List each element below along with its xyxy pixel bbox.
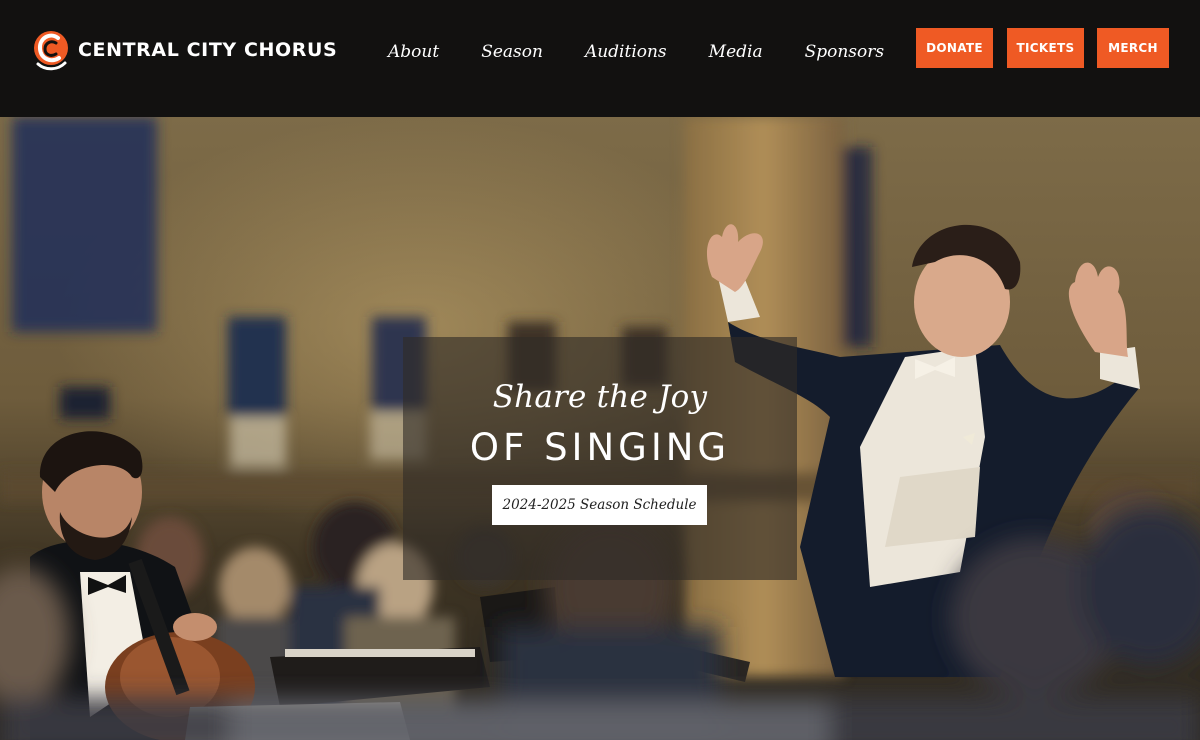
nav-item-auditions[interactable]: Auditions [585,40,667,64]
season-schedule-button[interactable]: 2024-2025 Season Schedule [492,485,707,525]
hero-tagline-bottom: OF SINGING [469,426,731,469]
site-header: CENTRAL CITY CHORUS About Season Auditio… [0,0,1200,117]
donate-button[interactable]: DONATE [916,28,993,68]
hero-tagline-top: Share the Joy [492,379,708,415]
site-logo[interactable]: CENTRAL CITY CHORUS [32,26,337,74]
nav-item-season[interactable]: Season [481,40,543,64]
tickets-button[interactable]: TICKETS [1007,28,1084,68]
brand-name: CENTRAL CITY CHORUS [78,39,338,61]
main-nav: About Season Auditions Media Sponsors [388,40,884,64]
nav-item-media[interactable]: Media [709,40,763,64]
merch-button[interactable]: MERCH [1097,28,1169,68]
hero-overlay-box: Share the Joy OF SINGING 2024-2025 Seaso… [403,337,797,580]
nav-item-about[interactable]: About [388,40,439,64]
nav-item-sponsors[interactable]: Sponsors [805,40,885,64]
ccc-monogram-icon [34,31,68,71]
hero-banner: Share the Joy OF SINGING 2024-2025 Seaso… [0,117,1200,740]
